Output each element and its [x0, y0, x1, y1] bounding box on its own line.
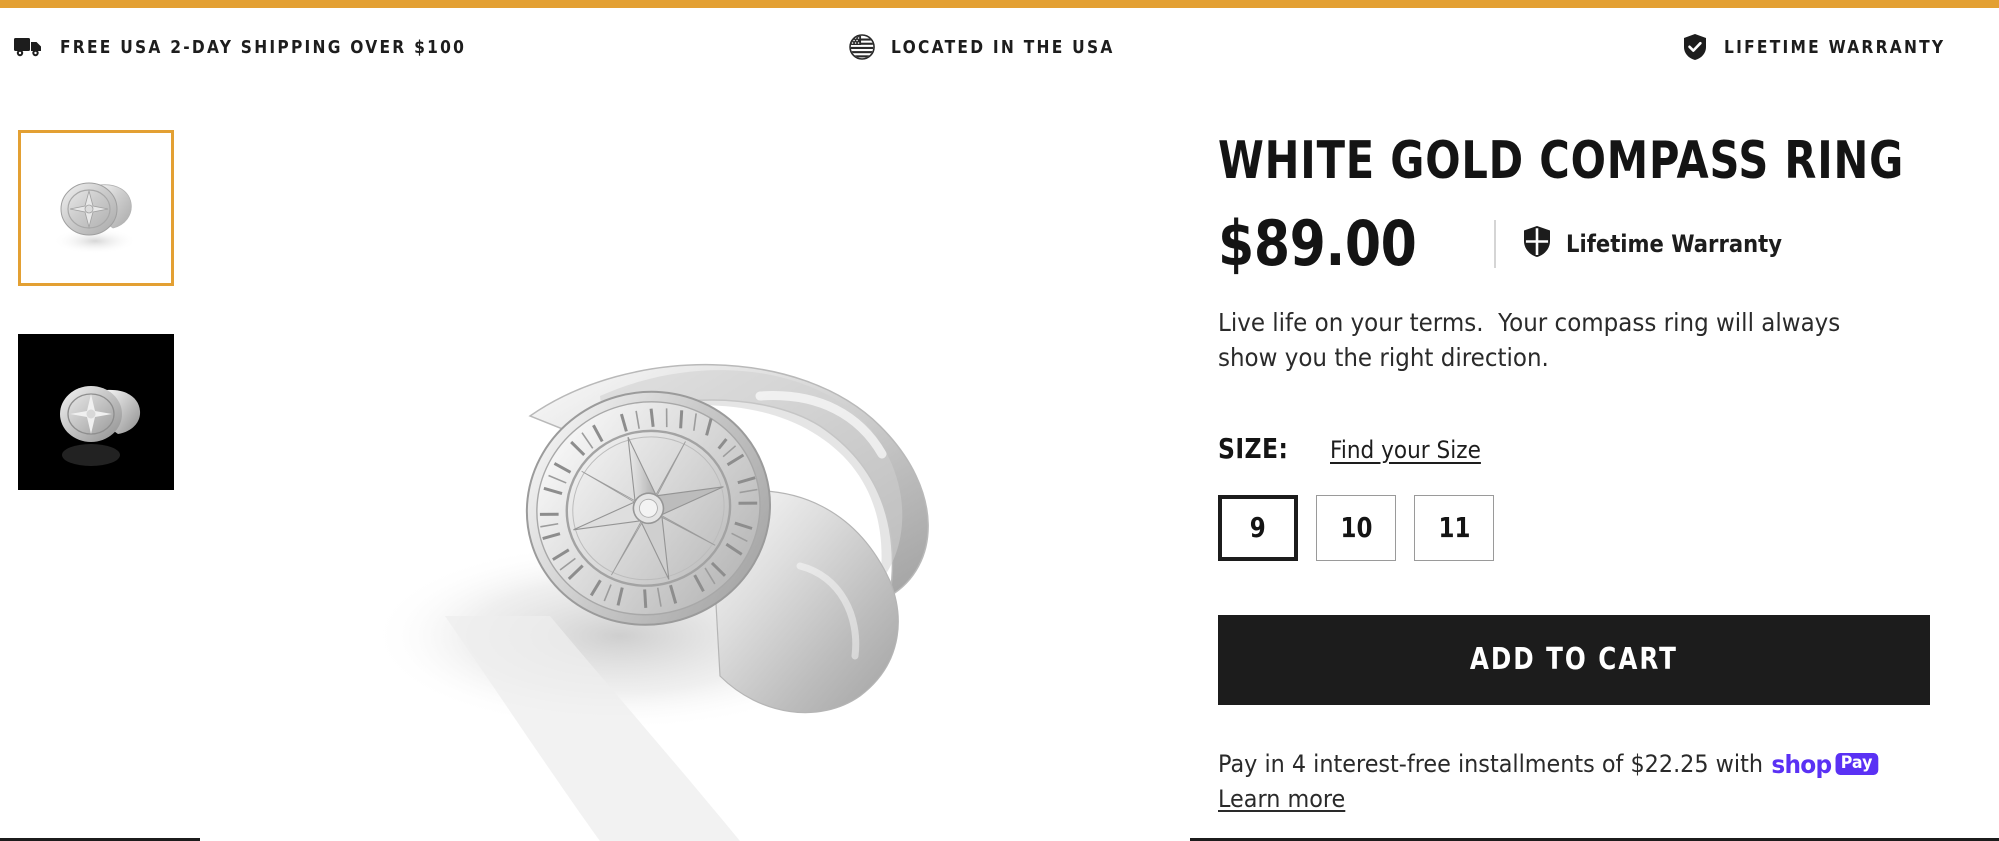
announcement-shipping: FREE USA 2-DAY SHIPPING OVER $100	[14, 36, 532, 58]
shop-pay-wordmark: shop	[1771, 749, 1832, 779]
size-guide-link[interactable]: Find your Size	[1330, 436, 1481, 464]
installments-line-1: Pay in 4 interest-free installments of $…	[1218, 747, 1897, 783]
size-label: SIZE:	[1218, 431, 1289, 465]
warranty-badge: Lifetime Warranty	[1522, 225, 1811, 263]
announcement-location-text: LOCATED IN THE USA	[890, 36, 1115, 58]
product-info-panel: WHITE GOLD COMPASS RING $89.00 Lifetime …	[1218, 96, 1948, 816]
shop-pay-logo: shop Pay	[1771, 747, 1878, 783]
announcement-bar: FREE USA 2-DAY SHIPPING OVER $100 LOCATE…	[0, 8, 1999, 86]
size-option-11-label: 11	[1438, 511, 1470, 545]
usa-flag-circle-icon	[848, 34, 875, 60]
size-option-10-label: 10	[1340, 511, 1372, 545]
thumbnail-gallery	[18, 130, 174, 538]
size-option-group: 9 10 11	[1218, 494, 1948, 561]
shield-check-icon	[1682, 33, 1708, 61]
installments-text: Pay in 4 interest-free installments of $…	[1218, 750, 1764, 779]
add-to-cart-button[interactable]: ADD TO CART	[1218, 614, 1930, 705]
product-description: Live life on your terms. Your compass ri…	[1218, 307, 1848, 373]
delivery-truck-icon	[14, 36, 44, 58]
page-title: WHITE GOLD COMPASS RING	[1218, 131, 1905, 191]
warranty-badge-label: Lifetime Warranty	[1566, 229, 1783, 258]
size-option-9[interactable]: 9	[1218, 494, 1298, 561]
announcement-warranty-text: LIFETIME WARRANTY	[1723, 36, 1945, 58]
announcement-shipping-text: FREE USA 2-DAY SHIPPING OVER $100	[60, 36, 467, 58]
thumbnail-1-ring-graphic	[21, 133, 171, 283]
thumbnail-image-2[interactable]	[18, 334, 174, 490]
size-selector-header: SIZE: Find your Size	[1218, 432, 1948, 465]
main-product-image[interactable]	[200, 96, 1190, 841]
add-to-cart-label: ADD TO CART	[1469, 642, 1679, 678]
compass-ring-graphic	[200, 96, 1190, 841]
product-page: FREE USA 2-DAY SHIPPING OVER $100 LOCATE…	[0, 0, 1999, 841]
thumbnail-image-1[interactable]	[18, 130, 174, 286]
learn-more-link[interactable]: Learn more	[1218, 782, 1345, 816]
product-price: $89.00	[1218, 207, 1417, 281]
price-divider	[1494, 219, 1497, 268]
shop-pay-badge: Pay	[1835, 753, 1878, 776]
size-option-9-label: 9	[1250, 511, 1266, 545]
thumbnail-2-ring-graphic	[19, 335, 173, 489]
top-accent-stripe	[0, 0, 1999, 8]
price-row: $89.00 Lifetime Warranty	[1218, 205, 1948, 283]
size-option-10[interactable]: 10	[1316, 494, 1396, 561]
size-option-11[interactable]: 11	[1414, 494, 1494, 561]
announcement-location: LOCATED IN THE USA	[848, 34, 1151, 60]
installments-notice: Pay in 4 interest-free installments of $…	[1218, 747, 1897, 817]
announcement-warranty: LIFETIME WARRANTY	[1682, 33, 1981, 61]
shield-icon	[1522, 225, 1552, 263]
